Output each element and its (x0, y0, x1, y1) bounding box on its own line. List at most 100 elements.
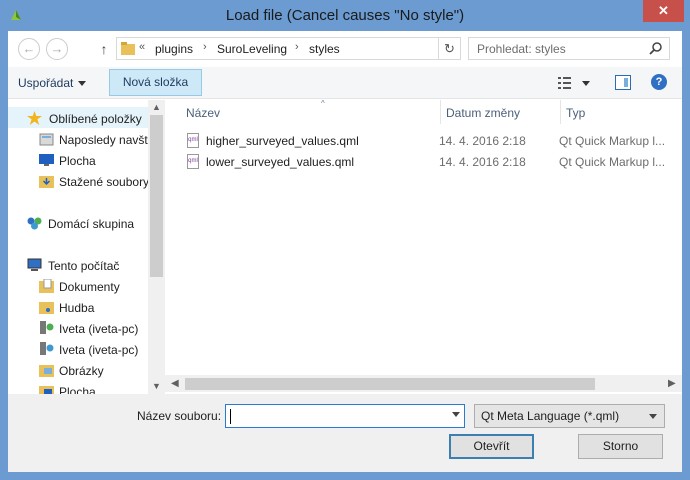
column-header-label: Datum změny (446, 106, 521, 120)
file-type: Qt Quick Markup l... (559, 155, 666, 169)
downloads-folder-icon (39, 176, 54, 188)
chevron-down-icon (649, 414, 657, 419)
column-header-label: Název (186, 106, 221, 120)
back-button[interactable]: ← (18, 38, 40, 60)
qml-file-icon: qml (187, 133, 199, 148)
command-toolbar: Uspořádat Nová složka ? (8, 67, 682, 99)
sidebar-item-recent[interactable]: Naposledy navštívené (8, 129, 148, 150)
column-header-type[interactable]: Typ (560, 100, 680, 124)
chevron-left-icon[interactable]: ◀ (171, 378, 179, 389)
forward-arrow-icon: → (50, 41, 64, 56)
sidebar-item-homegroup-user[interactable]: Iveta (iveta-pc) (8, 339, 148, 360)
sidebar-item-label: Iveta (iveta-pc) (59, 343, 139, 357)
back-arrow-icon: ← (22, 41, 36, 56)
close-button[interactable]: ✕ (643, 0, 684, 22)
navigation-pane: Oblíbené položky Naposledy navštívené Pl… (8, 100, 165, 394)
column-header-name[interactable]: ^ Název (180, 99, 440, 124)
sidebar-item-label: Domácí skupina (48, 217, 135, 231)
qml-file-icon: qml (187, 154, 199, 169)
sidebar-item-homegroup-user[interactable]: Iveta (iveta-pc) (8, 318, 148, 339)
sidebar-item-pictures[interactable]: Obrázky (8, 360, 148, 381)
sort-ascending-icon: ^ (321, 99, 325, 108)
sidebar-item-label: Hudba (59, 301, 95, 315)
file-list-scrollbar[interactable]: ◀ ▶ (165, 375, 682, 392)
sidebar-item-label: Dokumenty (59, 280, 120, 294)
sidebar-item-desktop[interactable]: Plocha (8, 150, 148, 171)
breadcrumb-item[interactable]: styles (309, 42, 340, 56)
sidebar-item-music[interactable]: Hudba (8, 297, 148, 318)
sidebar-item-desktop-folder[interactable]: Plocha (8, 381, 148, 394)
file-type-value: Qt Meta Language (*.qml) (481, 409, 620, 423)
search-input[interactable]: Prohledat: styles (468, 37, 670, 60)
organize-label: Uspořádat (18, 76, 74, 90)
sidebar-item-label: Iveta (iveta-pc) (59, 322, 139, 336)
homegroup-icon (27, 217, 42, 230)
cancel-button[interactable]: Storno (578, 434, 663, 459)
sidebar-item-label: Plocha (59, 385, 96, 394)
chevron-down-icon (78, 81, 87, 87)
music-folder-icon (39, 302, 54, 314)
refresh-icon: ↻ (444, 41, 455, 56)
file-list: ^ Název Datum změny Typ qml higher_surve… (165, 99, 682, 394)
text-cursor (230, 409, 231, 424)
address-bar[interactable]: « plugins › SuroLeveling › styles (116, 37, 439, 60)
file-date: 14. 4. 2016 2:18 (439, 134, 526, 148)
sidebar-item-documents[interactable]: Dokumenty (8, 276, 148, 297)
title-bar[interactable]: Load file (Cancel causes "No style") ✕ (0, 0, 690, 32)
computer-icon (27, 258, 42, 271)
open-button[interactable]: Otevřít (449, 434, 534, 459)
chevron-up-icon[interactable]: ▲ (152, 102, 161, 112)
recent-places-icon (39, 133, 54, 146)
search-placeholder: Prohledat: styles (477, 42, 566, 56)
filename-label: Název souboru: (137, 409, 222, 423)
documents-folder-icon (39, 279, 54, 293)
scrollbar-thumb[interactable] (150, 115, 163, 277)
dialog-footer: Název souboru: Qt Meta Language (*.qml) … (8, 394, 682, 472)
dialog-client: ← → ↑ « plugins › SuroLeveling › styles … (8, 31, 682, 472)
sidebar-item-downloads[interactable]: Stažené soubory (8, 171, 148, 192)
view-options-button[interactable] (558, 76, 592, 90)
sidebar-scrollbar[interactable]: ▲ ▼ (148, 100, 165, 394)
organize-menu-button[interactable]: Uspořádat (18, 76, 87, 90)
homegroup-user-icon (40, 342, 54, 355)
star-icon (27, 111, 42, 125)
sidebar-item-label: Stažené soubory (59, 175, 148, 189)
file-row[interactable]: qml higher_surveyed_values.qml 14. 4. 20… (180, 131, 680, 151)
column-header-label: Typ (566, 106, 586, 120)
breadcrumb-item[interactable]: SuroLeveling (217, 42, 287, 56)
sidebar-item-this-pc[interactable]: Tento počítač (8, 255, 148, 276)
file-name: higher_surveyed_values.qml (206, 134, 359, 148)
breadcrumb-separator-icon[interactable]: › (295, 41, 299, 53)
file-type-select[interactable]: Qt Meta Language (*.qml) (474, 404, 665, 428)
desktop-icon (39, 154, 54, 166)
sidebar-item-label: Plocha (59, 154, 96, 168)
file-type: Qt Quick Markup l... (559, 134, 666, 148)
forward-button[interactable]: → (46, 38, 68, 60)
help-icon[interactable]: ? (651, 74, 667, 90)
filename-input[interactable] (225, 404, 465, 428)
dialog-window: Load file (Cancel causes "No style") ✕ ←… (0, 0, 690, 480)
sidebar-item-favorites[interactable]: Oblíbené položky (8, 107, 148, 128)
chevron-down-icon[interactable]: ▼ (152, 381, 161, 391)
preview-pane-button[interactable] (615, 75, 631, 90)
file-name: lower_surveyed_values.qml (206, 155, 355, 169)
sidebar-item-homegroup[interactable]: Domácí skupina (8, 213, 148, 234)
chevron-right-icon[interactable]: ▶ (668, 378, 676, 389)
search-icon[interactable] (649, 41, 663, 55)
refresh-button[interactable]: ↻ (439, 37, 461, 60)
folder-icon (121, 42, 135, 55)
sidebar-item-label: Oblíbené položky (49, 112, 142, 126)
up-button[interactable]: ↑ (96, 39, 112, 59)
sidebar-item-label: Naposledy navštívené (59, 133, 148, 147)
window-title: Load file (Cancel causes "No style") (225, 7, 465, 24)
column-header-date[interactable]: Datum změny (440, 100, 560, 124)
file-row[interactable]: qml lower_surveyed_values.qml 14. 4. 201… (180, 152, 680, 172)
scrollbar-thumb[interactable] (185, 378, 595, 390)
breadcrumb-item[interactable]: plugins (155, 42, 193, 56)
chevron-down-icon[interactable] (452, 412, 460, 417)
new-folder-button[interactable]: Nová složka (109, 69, 202, 96)
breadcrumb-overflow[interactable]: « (139, 41, 145, 53)
navigation-bar: ← → ↑ « plugins › SuroLeveling › styles … (8, 31, 682, 67)
breadcrumb-separator-icon[interactable]: › (203, 41, 207, 53)
desktop-folder-icon (39, 386, 54, 394)
